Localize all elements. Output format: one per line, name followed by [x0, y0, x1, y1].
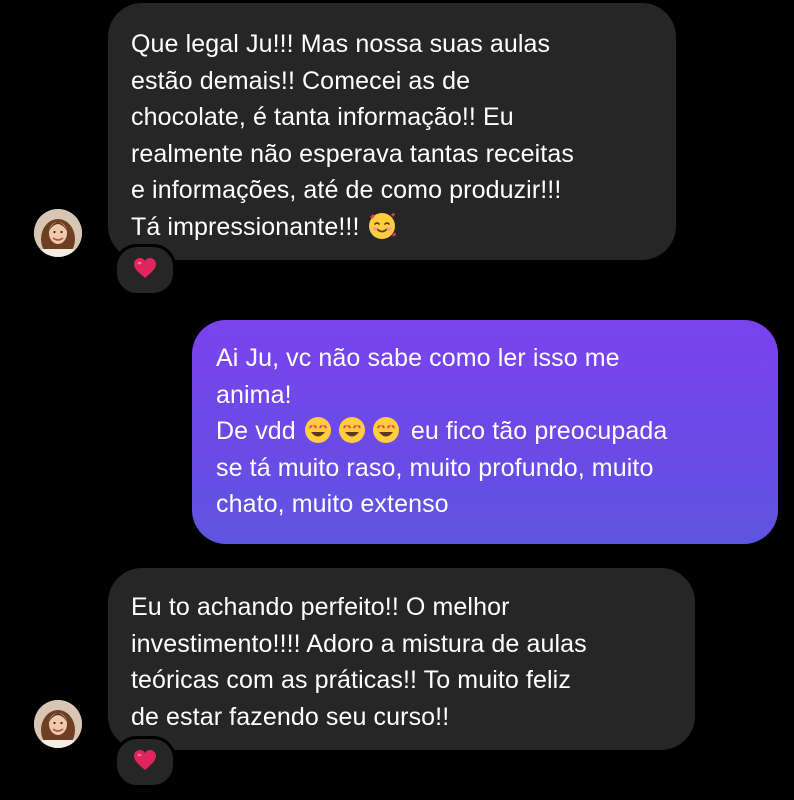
message-line: Que legal Ju!!! Mas nossa suas aulas [131, 30, 551, 58]
reaction-badge[interactable] [114, 244, 176, 296]
message-bubble-outgoing[interactable]: Ai Ju, vc não sabe como ler isso me anim… [192, 320, 778, 544]
message-bubble-incoming[interactable]: Que legal Ju!!! Mas nossa suas aulas est… [108, 3, 676, 260]
message-bubble-incoming[interactable]: Eu to achando perfeito!! O melhor invest… [108, 568, 695, 750]
message-line: se tá muito raso, muito profundo, muito [216, 453, 654, 482]
message-line: e informações, até de como produzir!!! [131, 176, 562, 204]
heart-eyes-icon [337, 415, 367, 445]
reaction-badge[interactable] [114, 736, 176, 788]
message-line: chocolate, é tanta informação!! Eu [131, 103, 514, 131]
message-line-text: De vdd [216, 417, 296, 445]
sender-avatar[interactable] [34, 700, 82, 748]
message-line: chato, muito extenso [216, 490, 449, 518]
message-line: teóricas com as práticas!! To muito feli… [131, 666, 571, 694]
heart-eyes-icon [303, 415, 333, 445]
message-line: investimento!!!! Adoro a mistura de aula… [131, 629, 587, 658]
message-line-text: Tá impressionante!!! [131, 212, 360, 241]
avatar-photo [34, 700, 82, 748]
red-heart-icon [133, 749, 157, 776]
message-line: anima! [216, 380, 292, 409]
message-line: de estar fazendo seu curso!! [131, 702, 450, 731]
message-line: realmente não esperava tantas receitas [131, 139, 574, 168]
avatar-photo [34, 209, 82, 257]
smiling-face-with-hearts-icon [367, 211, 397, 241]
message-line-text: eu fico tão preocupada [410, 417, 668, 445]
message-line: Ai Ju, vc não sabe como ler isso me [216, 344, 620, 372]
message-line: estão demais!! Comecei as de [131, 66, 471, 95]
message-line: Eu to achando perfeito!! O melhor [131, 593, 510, 621]
heart-eyes-icon [371, 415, 401, 445]
message-line-last: Tá impressionante!!! [131, 209, 676, 246]
red-heart-icon [133, 257, 157, 284]
sender-avatar[interactable] [34, 209, 82, 257]
message-line-with-emojis: De vdd eu fico tão preocupada [216, 413, 778, 450]
